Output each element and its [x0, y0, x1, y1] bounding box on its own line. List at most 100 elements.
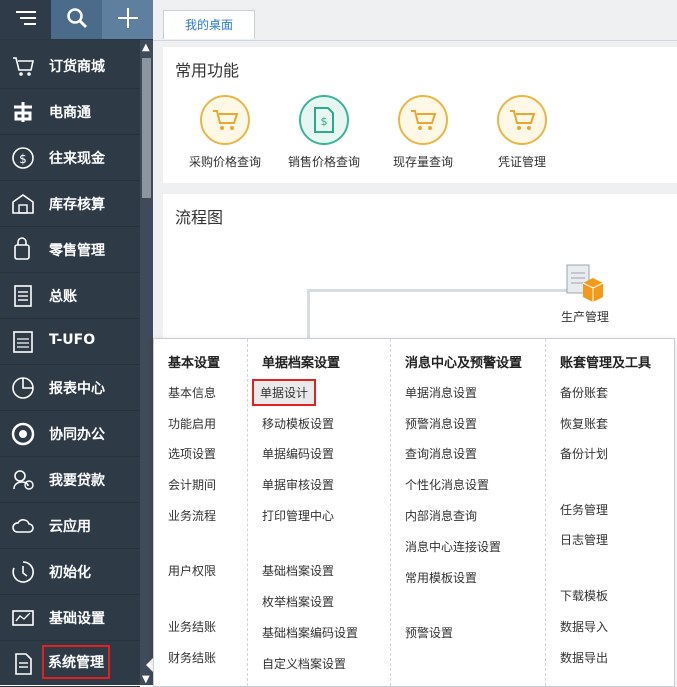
cloud-icon: [10, 513, 36, 539]
menu-item[interactable]: 基本信息: [168, 384, 216, 401]
menu-item[interactable]: 日志管理: [560, 531, 608, 548]
menu-item[interactable]: 任务管理: [560, 501, 608, 518]
sidebar-item-label: 协同办公: [49, 427, 105, 443]
sidebar-item-label: 总账: [49, 289, 77, 305]
menu-item[interactable]: 单据审核设置: [262, 476, 334, 493]
menu-item[interactable]: 自定义档案设置: [262, 655, 346, 672]
sidebar-item-ecommerce[interactable]: 电商通: [0, 89, 140, 135]
sidebar-item-basic-settings[interactable]: 基础设置: [0, 595, 140, 641]
function-label: 采购价格查询: [188, 155, 261, 169]
menu-item[interactable]: 单据编码设置: [262, 445, 334, 462]
sidebar-topbar: [0, 0, 153, 40]
menu-item[interactable]: 单据消息设置: [405, 384, 477, 401]
flow-connector: [307, 289, 581, 292]
sidebar-item-ledger[interactable]: 总账: [0, 273, 140, 319]
menu-column-document-settings: 单据档案设置 单据设计 移动模板设置 单据编码设置 单据审核设置 打印管理中心 …: [247, 339, 391, 686]
sidebar-item-label: 我要贷款: [49, 473, 105, 489]
sidebar-item-retail[interactable]: 零售管理: [0, 227, 140, 273]
function-sales-price-query[interactable]: $ 销售价格查询: [274, 95, 374, 170]
sidebar-item-label: 往来现金: [49, 151, 105, 167]
menu-column-title: 基本设置: [168, 356, 221, 371]
menu-item[interactable]: 选项设置: [168, 445, 216, 462]
sidebar-scrollbar[interactable]: ▲ ▼: [140, 40, 153, 685]
function-stock-query[interactable]: 现存量查询: [373, 95, 473, 170]
add-button[interactable]: [102, 0, 153, 39]
cart-icon: [398, 95, 448, 145]
sidebar-item-label: 初始化: [49, 565, 91, 581]
menu-item[interactable]: 业务结账: [168, 618, 216, 635]
menu-item[interactable]: 下载模板: [560, 587, 608, 604]
sidebar-item-order-mall[interactable]: 订货商城: [0, 43, 140, 89]
menu-item[interactable]: 备份计划: [560, 445, 608, 462]
menu-item[interactable]: 会计期间: [168, 476, 216, 493]
menu-item[interactable]: 功能启用: [168, 415, 216, 432]
menu-item[interactable]: 基础档案编码设置: [262, 624, 358, 641]
menu-column-basic-settings: 基本设置 基本信息 功能启用 选项设置 会计期间 业务流程 用户权限 业务结账 …: [154, 339, 247, 686]
menu-icon: [15, 9, 37, 31]
svg-text:$: $: [19, 152, 27, 166]
menu-item[interactable]: 财务结账: [168, 649, 216, 666]
settings-icon: [10, 605, 36, 631]
sidebar-item-init[interactable]: 初始化: [0, 549, 140, 595]
document-icon: $: [299, 95, 349, 145]
warehouse-icon: [10, 191, 36, 217]
loan-icon: [10, 467, 36, 493]
ledger-icon: [10, 283, 36, 309]
sidebar-item-loan[interactable]: 我要贷款: [0, 457, 140, 503]
scroll-up-icon[interactable]: ▲: [142, 42, 150, 53]
menu-item[interactable]: 移动模板设置: [262, 415, 334, 432]
function-label: 现存量查询: [392, 155, 453, 169]
menu-item[interactable]: 打印管理中心: [262, 507, 334, 524]
sidebar-item-report[interactable]: 报表中心: [0, 365, 140, 411]
sidebar-item-label: 订货商城: [49, 59, 105, 75]
function-purchase-price-query[interactable]: 采购价格查询: [175, 95, 275, 170]
scroll-down-icon[interactable]: ▼: [142, 674, 150, 685]
function-voucher-management[interactable]: 凭证管理: [472, 95, 572, 170]
menu-item[interactable]: 数据导出: [560, 649, 608, 666]
menu-column-title: 账套管理及工具: [560, 356, 652, 371]
menu-item[interactable]: 用户权限: [168, 562, 216, 579]
office-icon: [10, 421, 36, 447]
sidebar-item-office[interactable]: 协同办公: [0, 411, 140, 457]
menu-item[interactable]: 内部消息查询: [405, 507, 477, 524]
menu-item[interactable]: 常用模板设置: [405, 569, 477, 586]
menu-item[interactable]: 备份账套: [560, 384, 608, 401]
sidebar-item-label: 报表中心: [49, 381, 105, 397]
init-icon: [10, 559, 36, 585]
menu-item[interactable]: 预警设置: [405, 624, 453, 641]
search-button[interactable]: [51, 0, 102, 39]
flow-chart-title: 流程图: [175, 208, 224, 227]
menu-item[interactable]: 数据导入: [560, 618, 608, 635]
sidebar-item-system[interactable]: 系统管理: [0, 641, 140, 687]
search-icon: [66, 7, 88, 33]
svg-text:$: $: [321, 115, 328, 128]
sidebar-item-tufo[interactable]: T-UFO: [0, 319, 140, 365]
sidebar-item-inventory[interactable]: 库存核算: [0, 181, 140, 227]
menu-item[interactable]: 查询消息设置: [405, 445, 477, 462]
sidebar-item-cash[interactable]: $ 往来现金: [0, 135, 140, 181]
sidebar-item-cloud[interactable]: 云应用: [0, 503, 140, 549]
plus-icon: [117, 7, 139, 33]
sidebar-item-label: 云应用: [49, 519, 91, 535]
tab-strip: 我的桌面: [153, 0, 677, 41]
menu-item[interactable]: 恢复账套: [560, 415, 608, 432]
menu-item[interactable]: 业务流程: [168, 507, 216, 524]
sidebar-nav: 订货商城 电商通 $ 往来现金 库存核算 零售管理 总账 T-UFO 报表中心: [0, 43, 140, 687]
menu-item[interactable]: 枚举档案设置: [262, 593, 334, 610]
system-icon: [10, 651, 36, 677]
tab-desktop[interactable]: 我的桌面: [163, 10, 255, 39]
function-label: 销售价格查询: [287, 155, 360, 169]
menu-item[interactable]: 基础档案设置: [262, 562, 334, 579]
ecommerce-icon: [10, 99, 36, 125]
menu-item-document-design[interactable]: 单据设计: [252, 379, 317, 406]
menu-item[interactable]: 消息中心连接设置: [405, 538, 501, 555]
menu-item[interactable]: 预警消息设置: [405, 415, 477, 432]
report-icon: [10, 375, 36, 401]
scrollbar-thumb[interactable]: [142, 58, 151, 198]
menu-button[interactable]: [0, 0, 51, 39]
menu-item[interactable]: 个性化消息设置: [405, 476, 489, 493]
common-functions-panel: 常用功能 采购价格查询 $ 销售价格查询 现存量查询 凭证管理: [163, 47, 677, 183]
production-management-node[interactable]: 生产管理: [545, 261, 625, 325]
sidebar: 订货商城 电商通 $ 往来现金 库存核算 零售管理 总账 T-UFO 报表中心: [0, 0, 153, 687]
cash-icon: $: [10, 145, 36, 171]
